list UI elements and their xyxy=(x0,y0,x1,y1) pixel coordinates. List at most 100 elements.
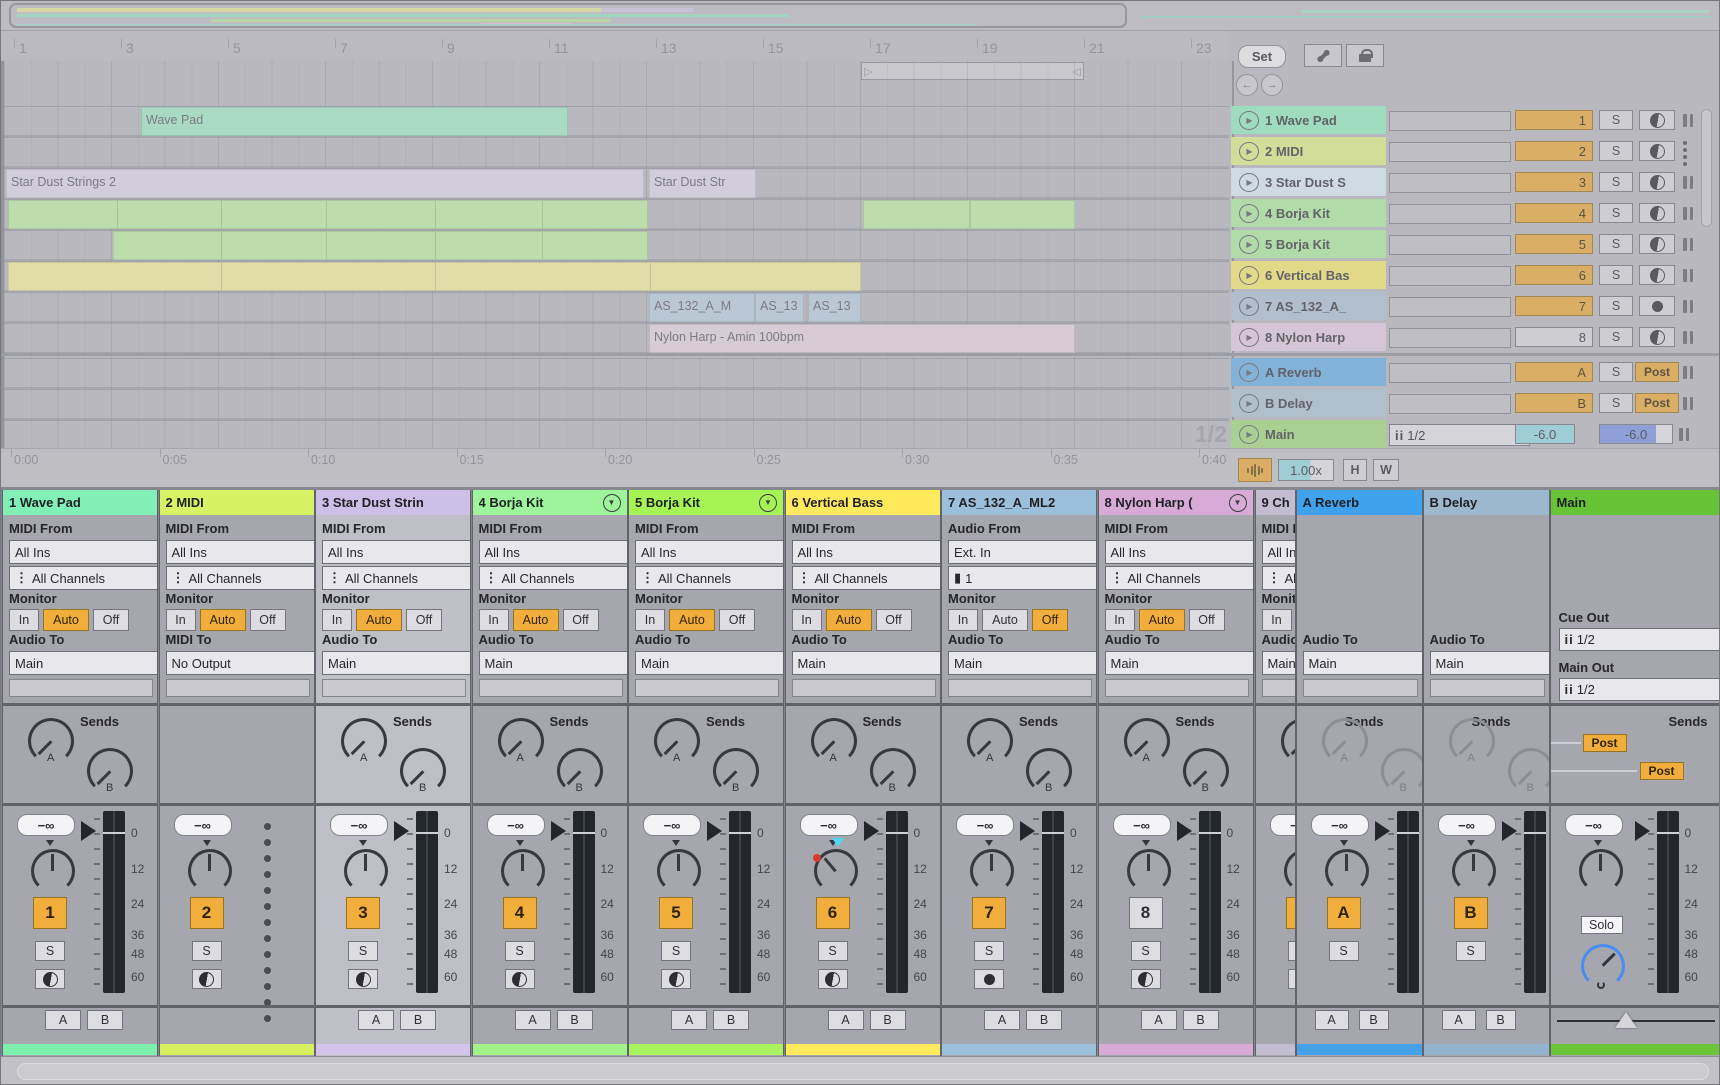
solo-button[interactable]: S xyxy=(1599,362,1633,382)
clip[interactable]: AS_132_A_M xyxy=(649,293,755,322)
crossfade-a-button[interactable]: A xyxy=(1315,1010,1349,1030)
mixer-strip-header[interactable]: 7 AS_132_A_ML2 xyxy=(942,490,1096,515)
track-play-icon[interactable]: ▶ xyxy=(1239,173,1259,192)
track-activator-number[interactable]: A xyxy=(1327,897,1361,929)
input-chooser[interactable]: All Ins▼ xyxy=(322,540,471,564)
solo-button[interactable]: S xyxy=(1599,327,1633,347)
solo-button[interactable]: S xyxy=(1599,393,1633,413)
arrangement-lane[interactable]: Wave Pad xyxy=(1,106,1229,137)
arrangement-lane[interactable] xyxy=(1,230,1229,261)
output-chooser[interactable]: Main▼ xyxy=(792,651,941,675)
track-activator-number[interactable]: 8 xyxy=(1515,327,1593,347)
level-meter[interactable] xyxy=(1397,811,1419,993)
track-play-icon[interactable]: ▶ xyxy=(1239,111,1259,130)
audition-mode-button[interactable] xyxy=(1238,458,1272,482)
link-button[interactable] xyxy=(1304,44,1342,67)
arrangement-overview[interactable] xyxy=(1,1,1720,31)
crossfade-a-button[interactable]: A xyxy=(828,1010,864,1030)
crossfade-a-button[interactable]: A xyxy=(671,1010,707,1030)
level-meter[interactable] xyxy=(729,811,751,993)
track-activator-number[interactable]: 3 xyxy=(1515,172,1593,192)
fold-chevron-icon[interactable]: ▼ xyxy=(603,494,621,512)
pan-knob[interactable] xyxy=(1284,849,1296,893)
cue-volume-knob[interactable] xyxy=(1581,944,1625,988)
monitor-auto-button[interactable]: Auto xyxy=(513,609,559,631)
solo-button[interactable]: S xyxy=(505,941,535,961)
monitor-off-button[interactable]: Off xyxy=(1032,609,1068,631)
track-name-box[interactable]: ▶Main xyxy=(1231,420,1386,448)
peak-level-display[interactable]: −∞ xyxy=(1270,814,1296,836)
track-activator-number[interactable]: 7 xyxy=(1515,296,1593,316)
monitor-off-button[interactable]: Off xyxy=(719,609,755,631)
solo-button[interactable]: S xyxy=(1599,296,1633,316)
beat-time-ruler[interactable]: 1357911131517192123 xyxy=(1,31,1229,61)
solo-button[interactable]: S xyxy=(1599,172,1633,192)
peak-level-display[interactable]: −∞ xyxy=(956,814,1014,836)
crossfade-b-button[interactable]: B xyxy=(1486,1010,1516,1030)
input-channel-chooser[interactable]: ⋮All Channels▼ xyxy=(792,566,941,590)
track-name-box[interactable]: ▶1 Wave Pad xyxy=(1231,106,1386,134)
arrangement-lane[interactable]: AS_132_A_MAS_13AS_13 xyxy=(1,292,1229,323)
solo-button[interactable]: S xyxy=(1599,110,1633,130)
level-meter[interactable] xyxy=(103,811,125,993)
fold-chevron-icon[interactable]: ▼ xyxy=(1229,494,1247,512)
fold-chevron-icon[interactable]: ▼ xyxy=(759,494,777,512)
playback-speed-box[interactable]: 1.00x xyxy=(1278,459,1334,481)
level-meter[interactable] xyxy=(1524,811,1546,993)
input-channel-chooser[interactable]: ⋮All Channels▼ xyxy=(1105,566,1254,590)
peak-level-display[interactable]: −∞ xyxy=(487,814,545,836)
input-chooser[interactable]: All Ins▼ xyxy=(479,540,628,564)
arrangement-lane[interactable] xyxy=(1,199,1229,230)
input-chooser[interactable]: All Ins▼ xyxy=(1105,540,1254,564)
solo-cue-button[interactable]: Solo xyxy=(1581,916,1623,934)
track-name-box[interactable]: ▶5 Borja Kit xyxy=(1231,230,1386,258)
arm-button[interactable] xyxy=(348,969,378,989)
arm-button[interactable] xyxy=(1639,296,1675,316)
track-activator-number[interactable]: 6 xyxy=(816,897,850,929)
solo-button[interactable]: S xyxy=(1456,941,1486,961)
clip[interactable]: Wave Pad xyxy=(141,107,568,136)
clip[interactable]: AS_13 xyxy=(808,293,861,322)
clip[interactable] xyxy=(8,262,861,291)
pan-knob[interactable] xyxy=(188,849,232,893)
output-chooser[interactable]: Main▼ xyxy=(1262,651,1296,675)
post-toggle[interactable]: Post xyxy=(1635,362,1679,382)
monitor-off-button[interactable]: Off xyxy=(563,609,599,631)
crossfade-b-button[interactable]: B xyxy=(557,1010,593,1030)
track-name-box[interactable]: ▶A Reverb xyxy=(1231,358,1386,386)
zoom-height-button[interactable]: H xyxy=(1343,459,1367,481)
track-activator-number[interactable]: 2 xyxy=(1515,141,1593,161)
monitor-off-button[interactable]: Off xyxy=(406,609,442,631)
input-channel-chooser[interactable]: ⋮All Channels▼ xyxy=(479,566,628,590)
mixer-strip-header[interactable]: 5 Borja Kit▼ xyxy=(629,490,783,515)
arm-button[interactable] xyxy=(505,969,535,989)
monitor-off-button[interactable]: Off xyxy=(1189,609,1225,631)
pan-knob[interactable] xyxy=(31,849,75,893)
input-chooser[interactable]: All Ins▼ xyxy=(635,540,784,564)
main-output-chooser[interactable]: ii1/2▼ xyxy=(1389,424,1530,446)
mixer-strip-header[interactable]: A Reverb xyxy=(1297,490,1422,515)
level-meter[interactable] xyxy=(1199,811,1221,993)
crossfade-a-button[interactable]: A xyxy=(984,1010,1020,1030)
clip[interactable] xyxy=(970,200,1075,229)
input-chooser[interactable]: All Ins▼ xyxy=(1262,540,1296,564)
monitor-auto-button[interactable]: Auto xyxy=(43,609,89,631)
peak-level-display[interactable]: −∞ xyxy=(330,814,388,836)
track-activator-number[interactable]: 5 xyxy=(1515,234,1593,254)
peak-level-display[interactable]: −∞ xyxy=(800,814,858,836)
monitor-auto-button[interactable]: Auto xyxy=(982,609,1028,631)
clip[interactable]: Star Dust Str xyxy=(649,169,756,198)
input-channel-chooser[interactable]: ⋮All Channels▼ xyxy=(635,566,784,590)
track-name-box[interactable]: ▶8 Nylon Harp xyxy=(1231,323,1386,351)
arm-button[interactable] xyxy=(1639,327,1675,347)
zoom-width-button[interactable]: W xyxy=(1373,459,1399,481)
pan-knob[interactable] xyxy=(344,849,388,893)
input-channel-chooser[interactable]: ⋮All Channels▼ xyxy=(1262,566,1296,590)
clip[interactable] xyxy=(8,200,648,229)
mixer-strip-header[interactable]: 2 MIDI xyxy=(160,490,314,515)
input-chooser[interactable]: All Ins▼ xyxy=(792,540,941,564)
level-meter[interactable] xyxy=(416,811,438,993)
solo-button[interactable]: S xyxy=(1599,265,1633,285)
output-chooser[interactable]: Main▼ xyxy=(1303,651,1423,675)
cue-post-toggle[interactable]: Post xyxy=(1583,734,1627,752)
